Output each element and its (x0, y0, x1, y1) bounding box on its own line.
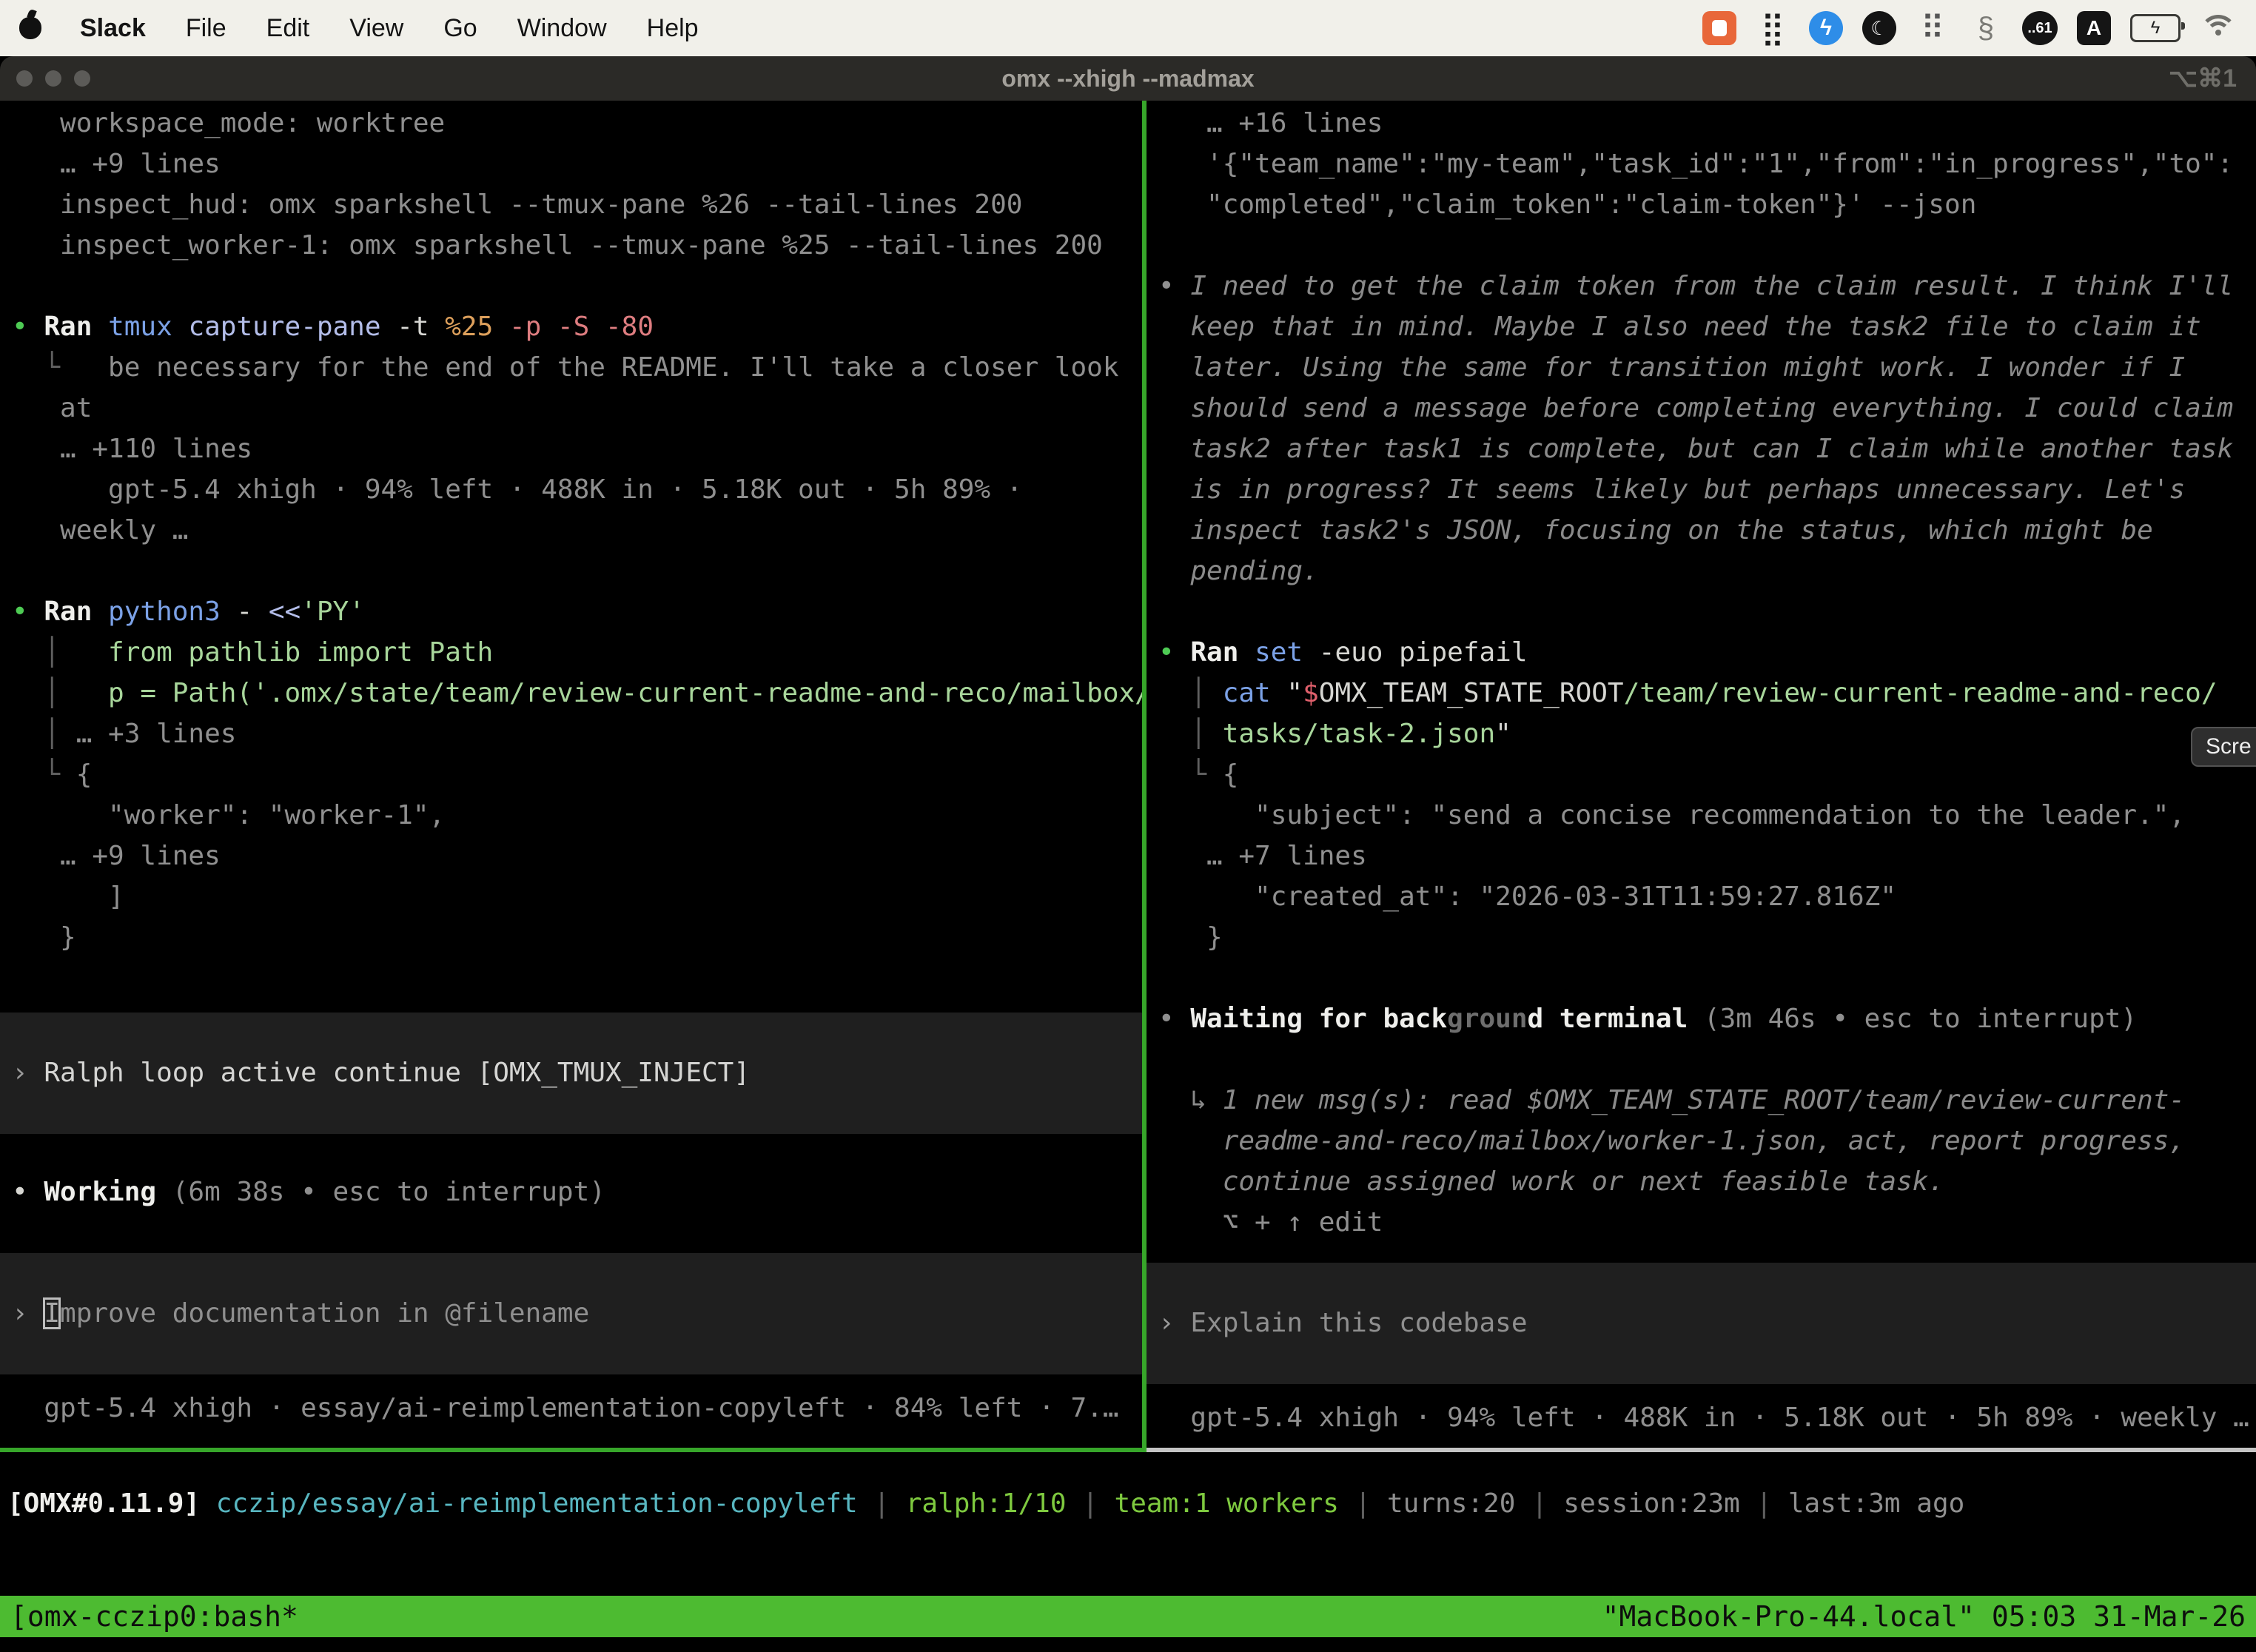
terminal-window: omx --xhigh --madmax ⌥⌘1 workspace_mode:… (0, 56, 2256, 1637)
menu-app-name[interactable]: Slack (80, 14, 146, 43)
terminal-line: │ p = Path('.omx/state/team/review-curre… (12, 673, 1142, 713)
terminal-pane-left[interactable]: workspace_mode: worktree … +9 lines insp… (0, 101, 1142, 1448)
terminal-line: inspect_worker-1: omx sparkshell --tmux-… (12, 225, 1142, 266)
terminal-line (1158, 225, 2256, 266)
terminal-line: • Ran python3 - <<'PY' (12, 591, 1142, 632)
menu-item-view[interactable]: View (349, 14, 403, 43)
terminal-line: … +9 lines (12, 144, 1142, 184)
tmux-session-label: [omx-cczip0:bash* (10, 1600, 298, 1633)
terminal-line: │ … +3 lines (12, 713, 1142, 754)
terminal-line: } (1158, 917, 2256, 958)
badge-61-status-icon[interactable]: ..61 (2022, 11, 2058, 45)
terminal-line: gpt-5.4 xhigh · 94% left · 488K in · 5.1… (12, 469, 1142, 510)
terminal-line (1158, 1039, 2256, 1080)
terminal-line: task2 after task1 is complete, but can I… (1158, 429, 2256, 469)
terminal-line: later. Using the same for transition mig… (1158, 347, 2256, 388)
terminal-line: weekly … (12, 510, 1142, 551)
terminal-line: "subject": "send a concise recommendatio… (1158, 795, 2256, 836)
prompt-input-left[interactable]: › Improve documentation in @filename (0, 1253, 1142, 1374)
terminal-line: └ { (12, 754, 1142, 795)
terminal-line (12, 266, 1142, 306)
menu-item-window[interactable]: Window (517, 14, 607, 43)
apple-menu-icon[interactable] (19, 17, 41, 39)
terminal-line: … +110 lines (12, 429, 1142, 469)
terminal-line: pending. (1158, 551, 2256, 591)
terminal-line: › Ralph loop active continue [OMX_TMUX_I… (0, 1013, 1142, 1134)
omx-status-pane: [OMX#0.11.9] cczip/essay/ai-reimplementa… (0, 1452, 2256, 1596)
terminal-line: readme-and-reco/mailbox/worker-1.json, a… (1158, 1121, 2256, 1161)
terminal-line: ] (12, 876, 1142, 917)
terminal-line: • I need to get the claim token from the… (1158, 266, 2256, 306)
window-titlebar: omx --xhigh --madmax ⌥⌘1 (0, 56, 2256, 101)
messenger-status-icon[interactable]: ϟ (1809, 11, 1843, 45)
terminal-line: • Ran tmux capture-pane -t %25 -p -S -80 (12, 306, 1142, 347)
terminal-line: │ tasks/task-2.json" (1158, 713, 2256, 754)
terminal-line: • Working (6m 38s • esc to interrupt) (12, 1172, 1142, 1212)
terminal-line: ↳ 1 new msg(s): read $OMX_TEAM_STATE_ROO… (1158, 1080, 2256, 1121)
terminal-line: should send a message before completing … (1158, 388, 2256, 429)
terminal-line: gpt-5.4 xhigh · 94% left · 488K in · 5.1… (1158, 1397, 2256, 1438)
terminal-line: "worker": "worker-1", (12, 795, 1142, 836)
terminal-line: … +9 lines (12, 836, 1142, 876)
menu-bar: Slack File Edit View Go Window Help ⣿ ϟ … (0, 0, 2256, 56)
terminal-line (12, 551, 1142, 591)
screen: Slack File Edit View Go Window Help ⣿ ϟ … (0, 0, 2256, 1652)
terminal-line: … +16 lines (1158, 103, 2256, 144)
terminal-line: "created_at": "2026-03-31T11:59:27.816Z" (1158, 876, 2256, 917)
squiggle-status-icon[interactable]: § (1969, 11, 2003, 45)
terminal-line: at (12, 388, 1142, 429)
screen-tooltip: Scre (2191, 727, 2256, 767)
terminal-line (1158, 958, 2256, 998)
terminal-line: │ from pathlib import Path (12, 632, 1142, 673)
wifi-icon[interactable] (2200, 13, 2237, 43)
prompt-input-right[interactable]: › Explain this codebase (1147, 1263, 2256, 1384)
keypad-status-icon[interactable]: ⣿ (1756, 11, 1790, 45)
terminal-line: "completed","claim_token":"claim-token"}… (1158, 184, 2256, 225)
terminal-line (1158, 591, 2256, 632)
terminal-line: is in progress? It seems likely but perh… (1158, 469, 2256, 510)
menu-item-go[interactable]: Go (443, 14, 477, 43)
terminal-pane-right[interactable]: … +16 lines '{"team_name":"my-team","tas… (1147, 101, 2256, 1448)
tmux-status-bar: [omx-cczip0:bash* "MacBook-Pro-44.local"… (0, 1596, 2256, 1637)
terminal-line: • Waiting for background terminal (3m 46… (1158, 998, 2256, 1039)
terminal-line: continue assigned work or next feasible … (1158, 1161, 2256, 1202)
terminal-line: └ be necessary for the end of the README… (12, 347, 1142, 388)
menu-item-edit[interactable]: Edit (266, 14, 310, 43)
terminal-line: └ { (1158, 754, 2256, 795)
terminal-line: workspace_mode: worktree (12, 103, 1142, 144)
terminal-line: keep that in mind. Maybe I also need the… (1158, 306, 2256, 347)
terminal-area: workspace_mode: worktree … +9 lines insp… (0, 101, 2256, 1448)
terminal-line: │ cat "$OMX_TEAM_STATE_ROOT/team/review-… (1158, 673, 2256, 713)
input-source-icon[interactable]: A (2077, 11, 2111, 45)
terminal-line: • Ran set -euo pipefail (1158, 632, 2256, 673)
dark-circle-status-icon[interactable]: ☾ (1862, 11, 1896, 45)
battery-charging-icon[interactable]: ϟ (2130, 14, 2181, 42)
terminal-line: '{"team_name":"my-team","task_id":"1","f… (1158, 144, 2256, 184)
pane-bottom-border (0, 1448, 2256, 1452)
terminal-line: } (12, 917, 1142, 958)
terminal-line: [OMX#0.11.9] cczip/essay/ai-reimplementa… (7, 1483, 2256, 1524)
window-title: omx --xhigh --madmax (0, 65, 2256, 93)
terminal-line: inspect_hud: omx sparkshell --tmux-pane … (12, 184, 1142, 225)
menu-item-help[interactable]: Help (647, 14, 699, 43)
terminal-line: … +7 lines (1158, 836, 2256, 876)
terminal-line: ⌥ + ↑ edit (1158, 1202, 2256, 1243)
terminal-line: gpt-5.4 xhigh · essay/ai-reimplementatio… (12, 1388, 1142, 1428)
dots-grid-status-icon[interactable]: ⠿ (1916, 11, 1950, 45)
screen-recording-indicator-icon[interactable] (1702, 11, 1736, 45)
terminal-line: inspect task2's JSON, focusing on the st… (1158, 510, 2256, 551)
menu-item-file[interactable]: File (186, 14, 226, 43)
window-shortcut-hint: ⌥⌘1 (2169, 64, 2237, 93)
tmux-host-clock: "MacBook-Pro-44.local" 05:03 31-Mar-26 (1602, 1600, 2246, 1633)
